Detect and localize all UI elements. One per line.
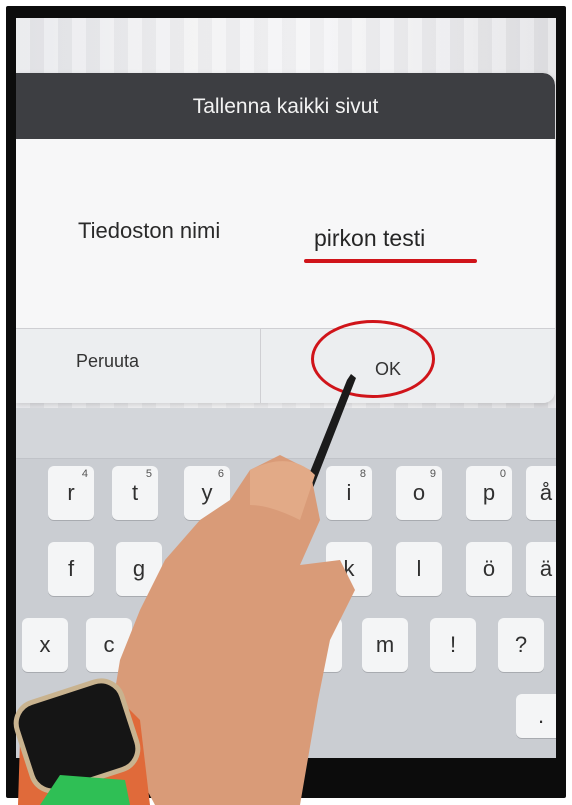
tablet-bezel: Tallenna kaikki sivut Tiedoston nimi pir… <box>6 6 566 798</box>
key-r[interactable]: r4 <box>48 466 94 520</box>
key-c[interactable]: c <box>86 618 132 672</box>
key-o[interactable]: o9 <box>396 466 442 520</box>
red-circle-annotation <box>311 320 435 398</box>
key-f[interactable]: f <box>48 542 94 596</box>
key-a-ring[interactable]: å <box>526 466 556 520</box>
dialog-footer: Peruuta OK <box>16 328 555 403</box>
key-a-umlaut[interactable]: ä <box>526 542 556 596</box>
file-name-input[interactable]: pirkon testi <box>306 223 474 263</box>
key-m[interactable]: m <box>362 618 408 672</box>
red-underline-annotation <box>304 259 477 263</box>
key-k[interactable]: k <box>326 542 372 596</box>
file-name-label: Tiedoston nimi <box>78 218 221 243</box>
cancel-button[interactable]: Peruuta <box>16 329 260 403</box>
key-exclamation[interactable]: ! <box>430 618 476 672</box>
save-dialog: Tallenna kaikki sivut Tiedoston nimi pir… <box>16 73 555 403</box>
key-g[interactable]: g <box>116 542 162 596</box>
key-t[interactable]: t5 <box>112 466 158 520</box>
tablet-screen: Tallenna kaikki sivut Tiedoston nimi pir… <box>16 18 556 758</box>
dialog-header: Tallenna kaikki sivut <box>16 73 555 139</box>
key-y[interactable]: y6 <box>184 466 230 520</box>
key-period[interactable]: . <box>516 694 556 738</box>
dialog-title: Tallenna kaikki sivut <box>192 95 379 118</box>
key-p[interactable]: p0 <box>466 466 512 520</box>
on-screen-keyboard: r4 t5 y6 i8 o9 p0 å f g k l ö ä x c n m … <box>16 408 556 758</box>
key-i[interactable]: i8 <box>326 466 372 520</box>
key-n[interactable]: n <box>296 618 342 672</box>
key-x[interactable]: x <box>22 618 68 672</box>
key-o-umlaut[interactable]: ö <box>466 542 512 596</box>
key-l[interactable]: l <box>396 542 442 596</box>
keyboard-suggestion-bar <box>16 408 556 459</box>
photo: Tallenna kaikki sivut Tiedoston nimi pir… <box>0 0 572 805</box>
file-name-value: pirkon testi <box>314 225 426 251</box>
key-question[interactable]: ? <box>498 618 544 672</box>
